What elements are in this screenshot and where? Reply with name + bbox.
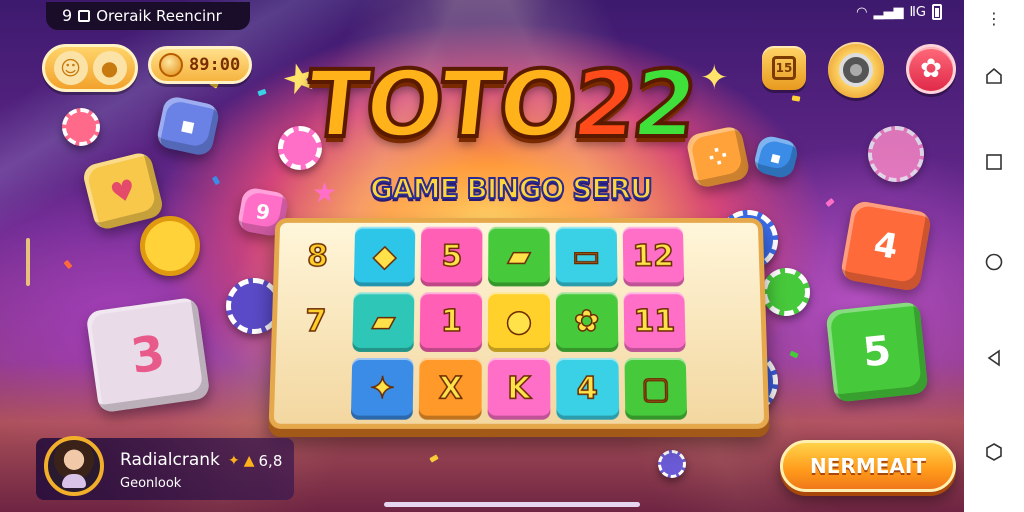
- settings-button[interactable]: ✿: [906, 44, 956, 94]
- bingo-cell[interactable]: ▰: [352, 291, 415, 353]
- poker-chip-decoration: [62, 108, 100, 146]
- star-decoration: ★: [312, 176, 338, 209]
- network-text: ⅡG: [909, 4, 926, 20]
- bingo-cell[interactable]: [692, 358, 756, 419]
- bingo-cell[interactable]: 4: [556, 358, 619, 420]
- status-indicators: ◠ ▂▄▆ ⅡG: [856, 4, 942, 20]
- player-subtitle: Geonlook: [120, 476, 182, 491]
- dice-decoration: 4: [839, 199, 933, 293]
- player-avatar: [44, 436, 104, 496]
- player-name: Radialcrank: [120, 450, 220, 470]
- bingo-cell[interactable]: ◆: [353, 226, 416, 287]
- game-title: TOTO 2 2: [299, 44, 700, 164]
- bingo-cell[interactable]: ✦: [350, 358, 414, 420]
- title-part-digit-1: 2: [565, 49, 640, 160]
- dial-icon: [839, 53, 873, 87]
- notification-text: Oreraik Reencinr: [96, 7, 222, 25]
- wifi-icon: ◠: [856, 4, 868, 20]
- gear-icon: ✿: [920, 54, 942, 84]
- notification-icon: [78, 10, 91, 22]
- bingo-cell[interactable]: X: [419, 358, 482, 420]
- bingo-cell[interactable]: K: [487, 358, 551, 420]
- user-icon: ●: [92, 51, 127, 85]
- title-part-toto: TOTO: [299, 49, 580, 160]
- poker-chip-decoration: [658, 450, 686, 478]
- assistant-icon[interactable]: [982, 440, 1006, 464]
- fire-icon: ▲: [243, 453, 255, 469]
- poker-chip-decoration: [868, 126, 924, 182]
- battery-icon: [932, 4, 942, 20]
- poker-chip-decoration: [762, 268, 810, 316]
- game-stage: ▪ ♥ 3 9 ⁘ ▪ 4 5 ★ ✦ ★ ☺ ● 89:00 15 ✿ TOT…: [0, 0, 964, 512]
- avatar-icon: ☺: [53, 51, 88, 85]
- status-bar: 9 Oreraik Reencinr ◠ ▂▄▆ ⅡG: [0, 0, 964, 30]
- star-decoration: ✦: [700, 58, 729, 98]
- home-icon[interactable]: [982, 64, 1006, 88]
- calendar-button[interactable]: 15: [762, 46, 806, 90]
- bingo-cell[interactable]: 1: [420, 291, 483, 353]
- circle-home-icon[interactable]: [982, 250, 1006, 274]
- bingo-cell[interactable]: [689, 227, 752, 286]
- bingo-cell[interactable]: ▭: [555, 226, 618, 287]
- more-icon[interactable]: ⋮: [982, 6, 1006, 30]
- status-notification: 9 Oreraik Reencinr: [46, 2, 250, 30]
- title-part-digit-2: 2: [625, 49, 700, 160]
- bingo-cell[interactable]: 5: [420, 226, 483, 287]
- bingo-grid: 8 ◆ 5 ▰ ▭ 12 7 ▰ 1 ● ✿ 11 ✦ X K 4 ▢: [282, 226, 756, 420]
- game-subtitle: GAME BINGO SERU: [369, 171, 654, 206]
- home-indicator[interactable]: [384, 502, 640, 507]
- bingo-cell[interactable]: [691, 292, 754, 352]
- signal-icon: ▂▄▆: [873, 4, 904, 20]
- calendar-icon: 15: [772, 56, 796, 80]
- bingo-board: 8 ◆ 5 ▰ ▭ 12 7 ▰ 1 ● ✿ 11 ✦ X K 4 ▢: [268, 218, 770, 429]
- coin-icon: [159, 53, 183, 77]
- profile-button[interactable]: ☺ ●: [42, 44, 138, 92]
- system-nav-bar: ⋮: [964, 0, 1024, 512]
- bingo-cell[interactable]: ▢: [624, 358, 688, 420]
- wheel-button[interactable]: [828, 42, 884, 98]
- status-time: 9: [62, 6, 73, 25]
- bingo-cell[interactable]: 11: [623, 291, 686, 353]
- side-handle[interactable]: [26, 238, 30, 286]
- bingo-cell[interactable]: ✿: [555, 291, 618, 353]
- coin-amount: 89:00: [189, 55, 241, 75]
- bingo-cell[interactable]: ▰: [488, 226, 550, 287]
- player-score-value: 6,8: [258, 452, 283, 470]
- coin-balance[interactable]: 89:00: [148, 46, 252, 84]
- dice-decoration: 3: [85, 296, 211, 414]
- bingo-cell[interactable]: ●: [488, 291, 550, 353]
- poker-chip-decoration: [140, 216, 200, 276]
- play-button[interactable]: NERMEAIT: [780, 440, 956, 492]
- bingo-cell[interactable]: 12: [622, 226, 685, 287]
- player-card[interactable]: Radialcrank ✦ ▲ 6,8 Geonlook: [36, 436, 294, 500]
- bingo-cell[interactable]: 8: [286, 227, 349, 286]
- bingo-cell[interactable]: [282, 358, 346, 419]
- bingo-cell[interactable]: 7: [284, 292, 347, 352]
- player-score: ✦ ▲ 6,8: [228, 452, 282, 470]
- flame-icon: ✦: [228, 453, 240, 469]
- recents-icon[interactable]: [982, 150, 1006, 174]
- dice-decoration: 5: [825, 301, 929, 403]
- back-icon[interactable]: [982, 346, 1006, 370]
